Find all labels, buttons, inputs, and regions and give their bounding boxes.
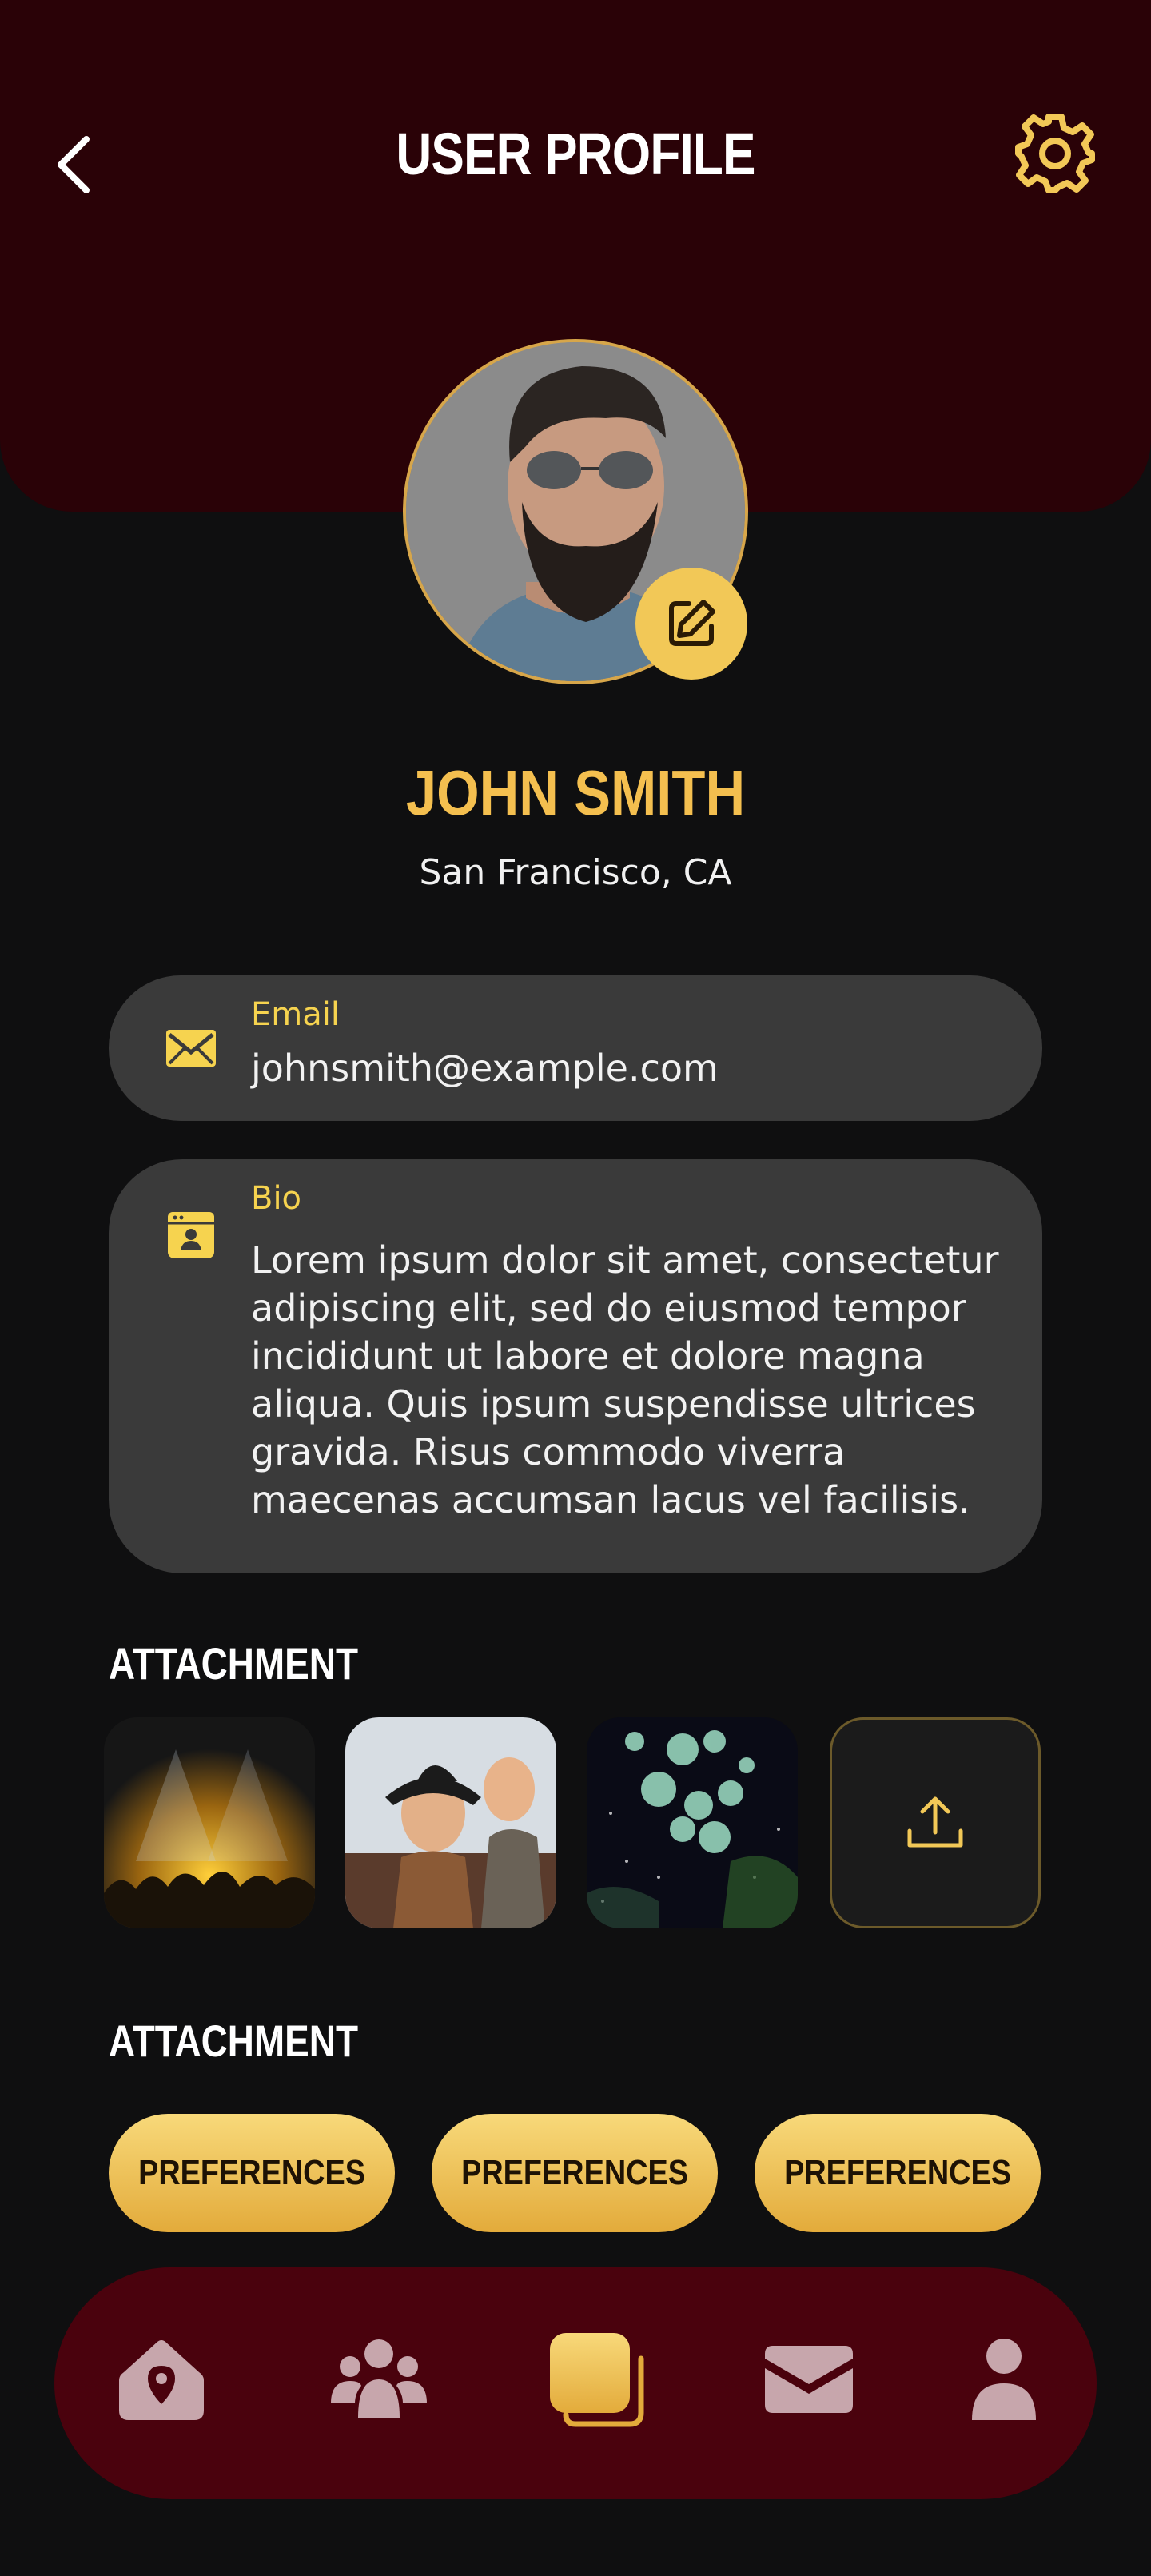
attachment-thumbnail[interactable] (345, 1717, 556, 1928)
preferences-button[interactable]: PREFERENCES (755, 2114, 1041, 2232)
preferences-button-label: PREFERENCES (461, 2153, 688, 2192)
upload-attachment-button[interactable] (830, 1717, 1041, 1928)
preferences-button-label: PREFERENCES (138, 2153, 365, 2192)
page-title: USER PROFILE (396, 121, 755, 187)
attachment-thumbnail[interactable] (587, 1717, 798, 1928)
profile-name: JOHN SMITH (405, 757, 746, 828)
id-card-icon (168, 1212, 214, 1258)
email-value: johnsmith@example.com (251, 1047, 719, 1090)
nav-item-community[interactable] (326, 2327, 432, 2432)
profile-location: San Francisco, CA (419, 852, 732, 893)
preferences-button[interactable]: PREFERENCES (109, 2114, 395, 2232)
location-icon (119, 2340, 204, 2420)
nav-item-location[interactable] (109, 2327, 214, 2432)
bio-card: Bio Lorem ipsum dolor sit amet, consecte… (109, 1159, 1042, 1573)
settings-button[interactable] (1010, 109, 1100, 198)
attachment-thumbnail[interactable] (104, 1717, 315, 1928)
users-icon (331, 2339, 427, 2418)
edit-avatar-button[interactable] (635, 568, 747, 680)
profile-icon (972, 2339, 1036, 2420)
mail-icon (166, 1030, 216, 1067)
nav-item-profile[interactable] (951, 2327, 1057, 2432)
edit-icon (669, 600, 715, 646)
nav-item-messages[interactable] (756, 2327, 862, 2432)
bio-label: Bio (251, 1180, 302, 1217)
email-card: Email johnsmith@example.com (109, 975, 1042, 1121)
mail-icon (765, 2346, 853, 2413)
concert-image (104, 1717, 315, 1928)
bio-value: Lorem ipsum dolor sit amet, consectetur … (251, 1238, 999, 1521)
preferences-section-title: ATTACHMENT (109, 2016, 359, 2066)
nav-item-gallery[interactable] (544, 2327, 649, 2432)
email-label: Email (251, 996, 340, 1033)
preferences-button[interactable]: PREFERENCES (432, 2114, 718, 2232)
upload-icon (907, 1796, 963, 1848)
gallery-icon (550, 2333, 644, 2427)
friends-image (345, 1717, 556, 1928)
preferences-button-label: PREFERENCES (784, 2153, 1011, 2192)
gear-icon (1015, 114, 1095, 193)
attachment-section-title: ATTACHMENT (109, 1638, 359, 1689)
bubbles-image (587, 1717, 798, 1928)
